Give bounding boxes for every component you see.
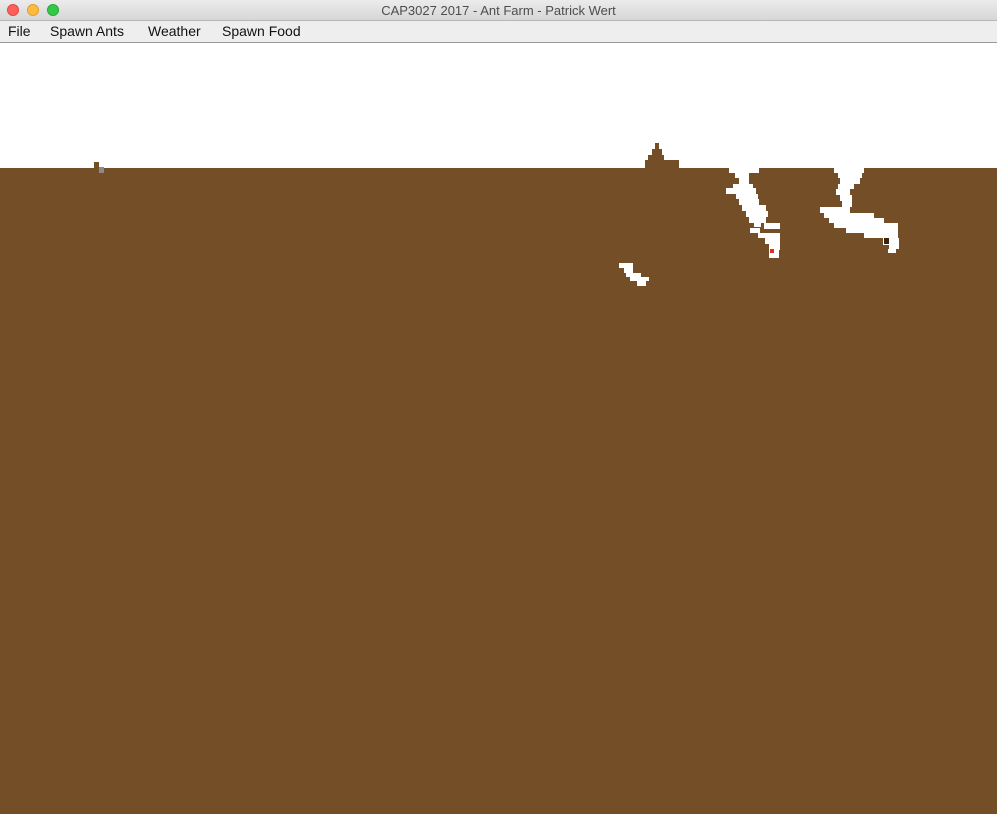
food-pellet [99, 167, 104, 173]
tunnel-1 [739, 178, 749, 184]
tunnel-chamber [619, 263, 633, 268]
tunnel-1 [749, 217, 766, 223]
dirt-mound [645, 160, 679, 168]
tunnel-2 [820, 207, 850, 213]
sky-area [0, 43, 997, 168]
tunnel-1 [750, 228, 760, 233]
tunnel-2 [846, 228, 898, 233]
tunnel-2 [838, 173, 862, 178]
tunnel-1 [746, 211, 768, 217]
tunnel-1 [739, 199, 759, 205]
ant [884, 238, 889, 244]
dirt-speck [94, 162, 99, 168]
tunnel-chamber [624, 268, 633, 273]
tunnel-1 [735, 173, 749, 178]
tunnel-2 [838, 184, 854, 189]
menu-spawn-ants[interactable]: Spawn Ants [50, 23, 124, 40]
tunnel-1 [726, 188, 756, 194]
tunnel-2 [840, 178, 860, 184]
title-bar[interactable]: CAP3027 2017 - Ant Farm - Patrick Wert [0, 0, 997, 21]
tunnel-2 [834, 168, 864, 173]
tunnel-1 [733, 184, 753, 188]
tunnel-2 [864, 233, 898, 238]
tunnel-2 [834, 223, 898, 228]
tunnel-1 [736, 194, 758, 199]
tunnel-1 [765, 238, 780, 244]
tunnel-2 [889, 245, 899, 249]
dirt-mound [655, 143, 659, 149]
dirt-mound [648, 155, 664, 160]
tunnel-2 [888, 249, 896, 253]
soil-area [0, 168, 997, 814]
menu-spawn-food[interactable]: Spawn Food [222, 23, 301, 40]
tunnel-chamber [630, 277, 649, 281]
tunnel-1 [764, 223, 780, 229]
tunnel-2 [840, 195, 852, 201]
ant-farm-window: CAP3027 2017 - Ant Farm - Patrick Wert F… [0, 0, 997, 814]
ant-farm-canvas[interactable] [0, 43, 997, 814]
tunnel-2 [829, 218, 884, 223]
tunnel-1 [729, 168, 759, 173]
tunnel-2 [824, 213, 874, 218]
tunnel-1 [754, 223, 761, 227]
menu-file[interactable]: File [8, 23, 31, 40]
tunnel-1 [758, 233, 780, 238]
ant [770, 249, 774, 253]
tunnel-chamber [626, 273, 641, 277]
tunnel-2 [842, 201, 852, 207]
window-title: CAP3027 2017 - Ant Farm - Patrick Wert [381, 3, 616, 18]
tunnel-1 [742, 205, 766, 211]
menu-bar: File Spawn Ants Weather Spawn Food [0, 21, 997, 43]
menu-weather[interactable]: Weather [148, 23, 201, 40]
tunnel-2 [836, 189, 850, 195]
tunnel-chamber [637, 281, 646, 286]
dirt-mound [652, 149, 662, 155]
